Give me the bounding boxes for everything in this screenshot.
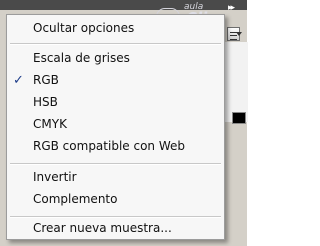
expand-panel-icon[interactable]: ▸▸ (228, 3, 235, 13)
menu-item-rgb[interactable]: ✓ RGB (7, 70, 224, 91)
color-panel-options-menu: Ocultar opciones Escala de grises ✓ RGB … (6, 14, 225, 240)
dropdown-arrow-icon (236, 32, 242, 36)
checkmark-icon: ✓ (13, 73, 24, 88)
menu-item-label: Crear nueva muestra... (33, 221, 172, 235)
menu-item-label: Ocultar opciones (33, 21, 135, 35)
menu-item-label: Complemento (33, 192, 118, 206)
menu-item-ocultar-opciones[interactable]: Ocultar opciones (7, 18, 224, 39)
menu-item-label: RGB compatible con Web (33, 139, 185, 153)
menu-item-rgb-compatible-con-web[interactable]: RGB compatible con Web (7, 136, 224, 157)
panel-menu-button[interactable] (227, 27, 242, 41)
menu-item-label: RGB (33, 73, 59, 87)
menu-item-cmyk[interactable]: CMYK (7, 114, 224, 135)
menu-item-crear-nueva-muestra[interactable]: Crear nueva muestra... (7, 218, 224, 239)
menu-item-label: Escala de grises (33, 51, 130, 65)
menu-item-label: HSB (33, 95, 58, 109)
menu-item-hsb[interactable]: HSB (7, 92, 224, 113)
menu-item-invertir[interactable]: Invertir (7, 167, 224, 188)
menu-item-escala-de-grises[interactable]: Escala de grises (7, 48, 224, 69)
menu-separator (10, 163, 221, 165)
screenshot-stage: ▸▸ aula Clic Ocultar opciones Escala de … (0, 0, 248, 246)
menu-separator (10, 43, 221, 45)
menu-item-label: Invertir (33, 170, 77, 184)
color-spectrum-area (222, 42, 248, 122)
menu-item-complemento[interactable]: Complemento (7, 189, 224, 210)
menu-item-label: CMYK (33, 117, 67, 131)
color-swatch[interactable] (232, 112, 246, 124)
